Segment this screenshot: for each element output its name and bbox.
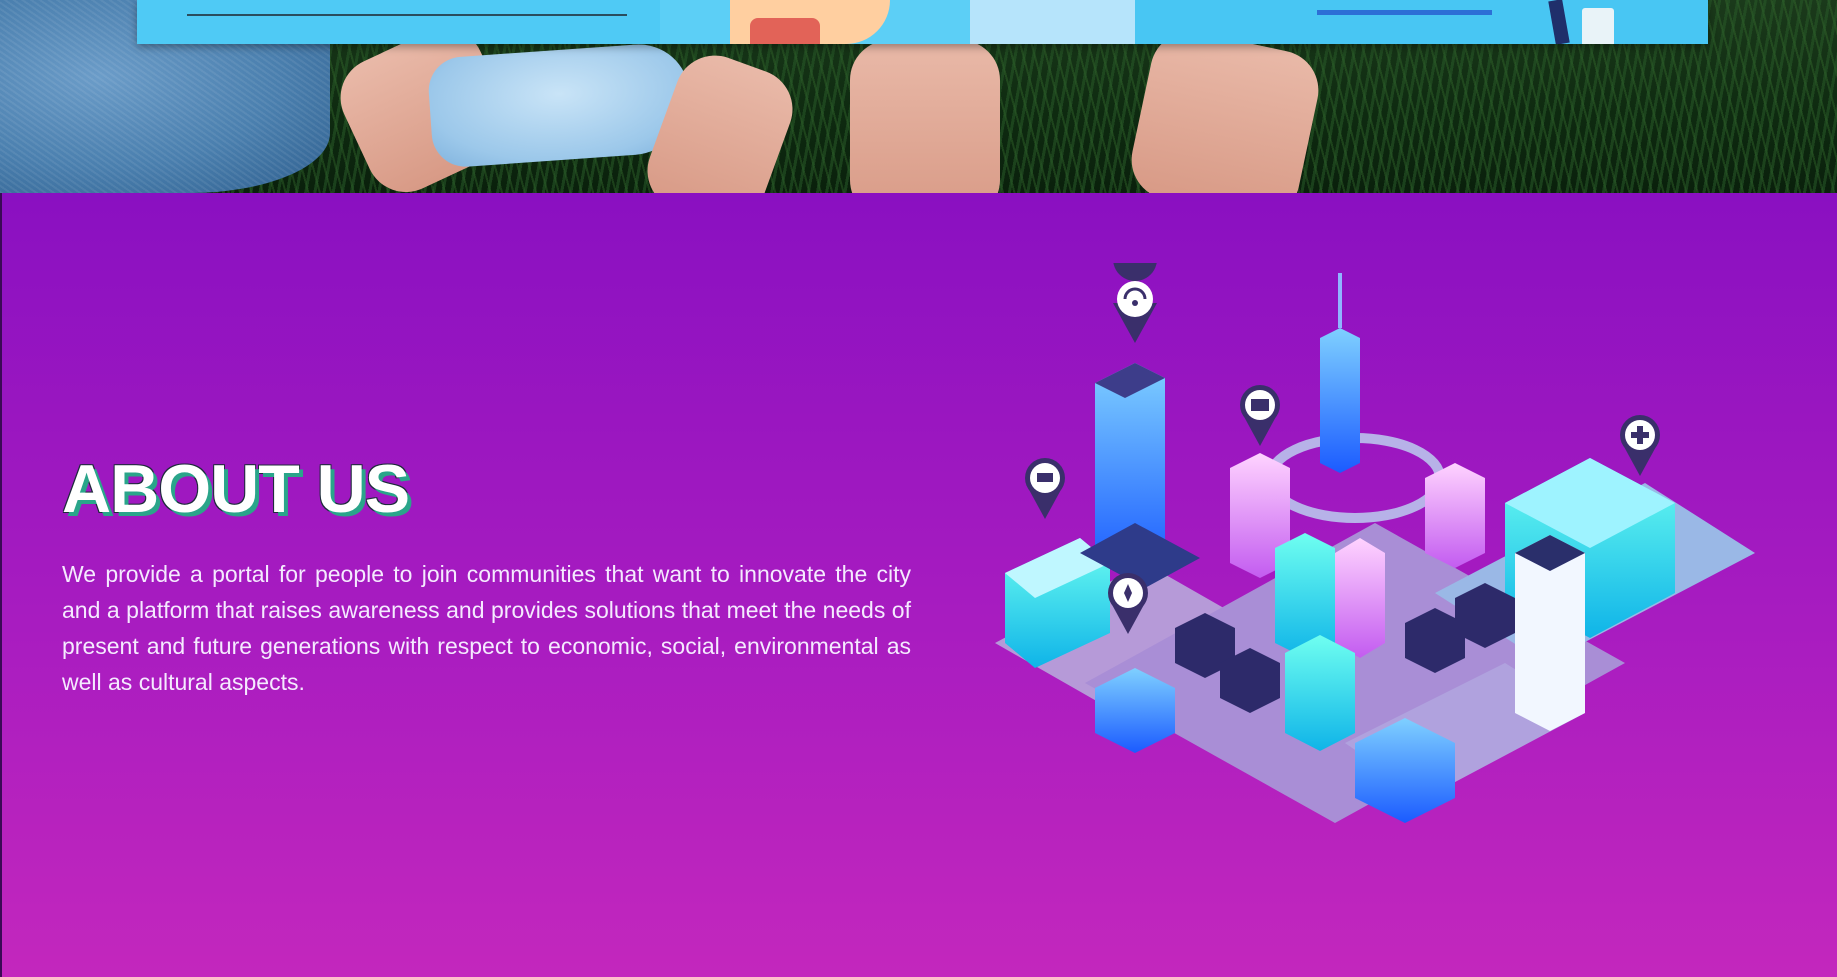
hospital-pin-icon xyxy=(1620,415,1660,476)
cart-pin-icon xyxy=(1025,458,1065,519)
hand-center-right xyxy=(850,40,1000,193)
about-title: ABOUT US xyxy=(62,451,410,527)
tablet-panel-home xyxy=(137,0,660,44)
shopping-bag-icon xyxy=(1582,8,1614,44)
smart-city-illustration xyxy=(995,263,1755,823)
about-description: We provide a portal for people to join c… xyxy=(62,561,911,695)
hero-photo xyxy=(0,0,1837,193)
wifi-pin-icon xyxy=(1113,263,1157,343)
tablet-panel-shop xyxy=(1187,0,1708,44)
tablet-panel-person xyxy=(660,0,1135,44)
bank-pin-icon xyxy=(1240,385,1280,446)
about-section: ABOUT US We provide a portal for people … xyxy=(0,193,1837,977)
tablet-screen xyxy=(137,0,1708,44)
